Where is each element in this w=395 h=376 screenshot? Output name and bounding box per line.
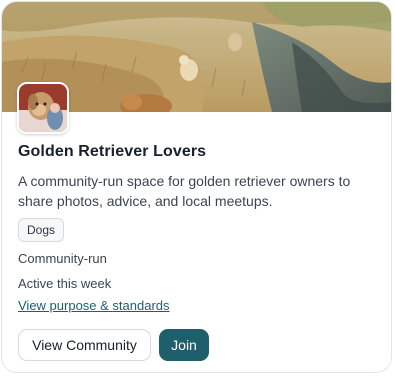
category-tag[interactable]: Dogs xyxy=(18,218,65,242)
community-title: Golden Retriever Lovers xyxy=(18,143,207,160)
community-type: Community-run xyxy=(18,251,107,266)
view-community-button[interactable]: View Community xyxy=(18,329,151,361)
community-card: Golden Retriever Lovers A community-run … xyxy=(1,1,392,373)
activity-status: Active this week xyxy=(18,276,112,291)
purpose-standards-link[interactable]: View purpose & standards xyxy=(18,298,170,313)
community-avatar xyxy=(17,82,69,134)
join-button[interactable]: Join xyxy=(159,329,209,361)
community-description: A community-run space for golden retriev… xyxy=(18,173,351,209)
